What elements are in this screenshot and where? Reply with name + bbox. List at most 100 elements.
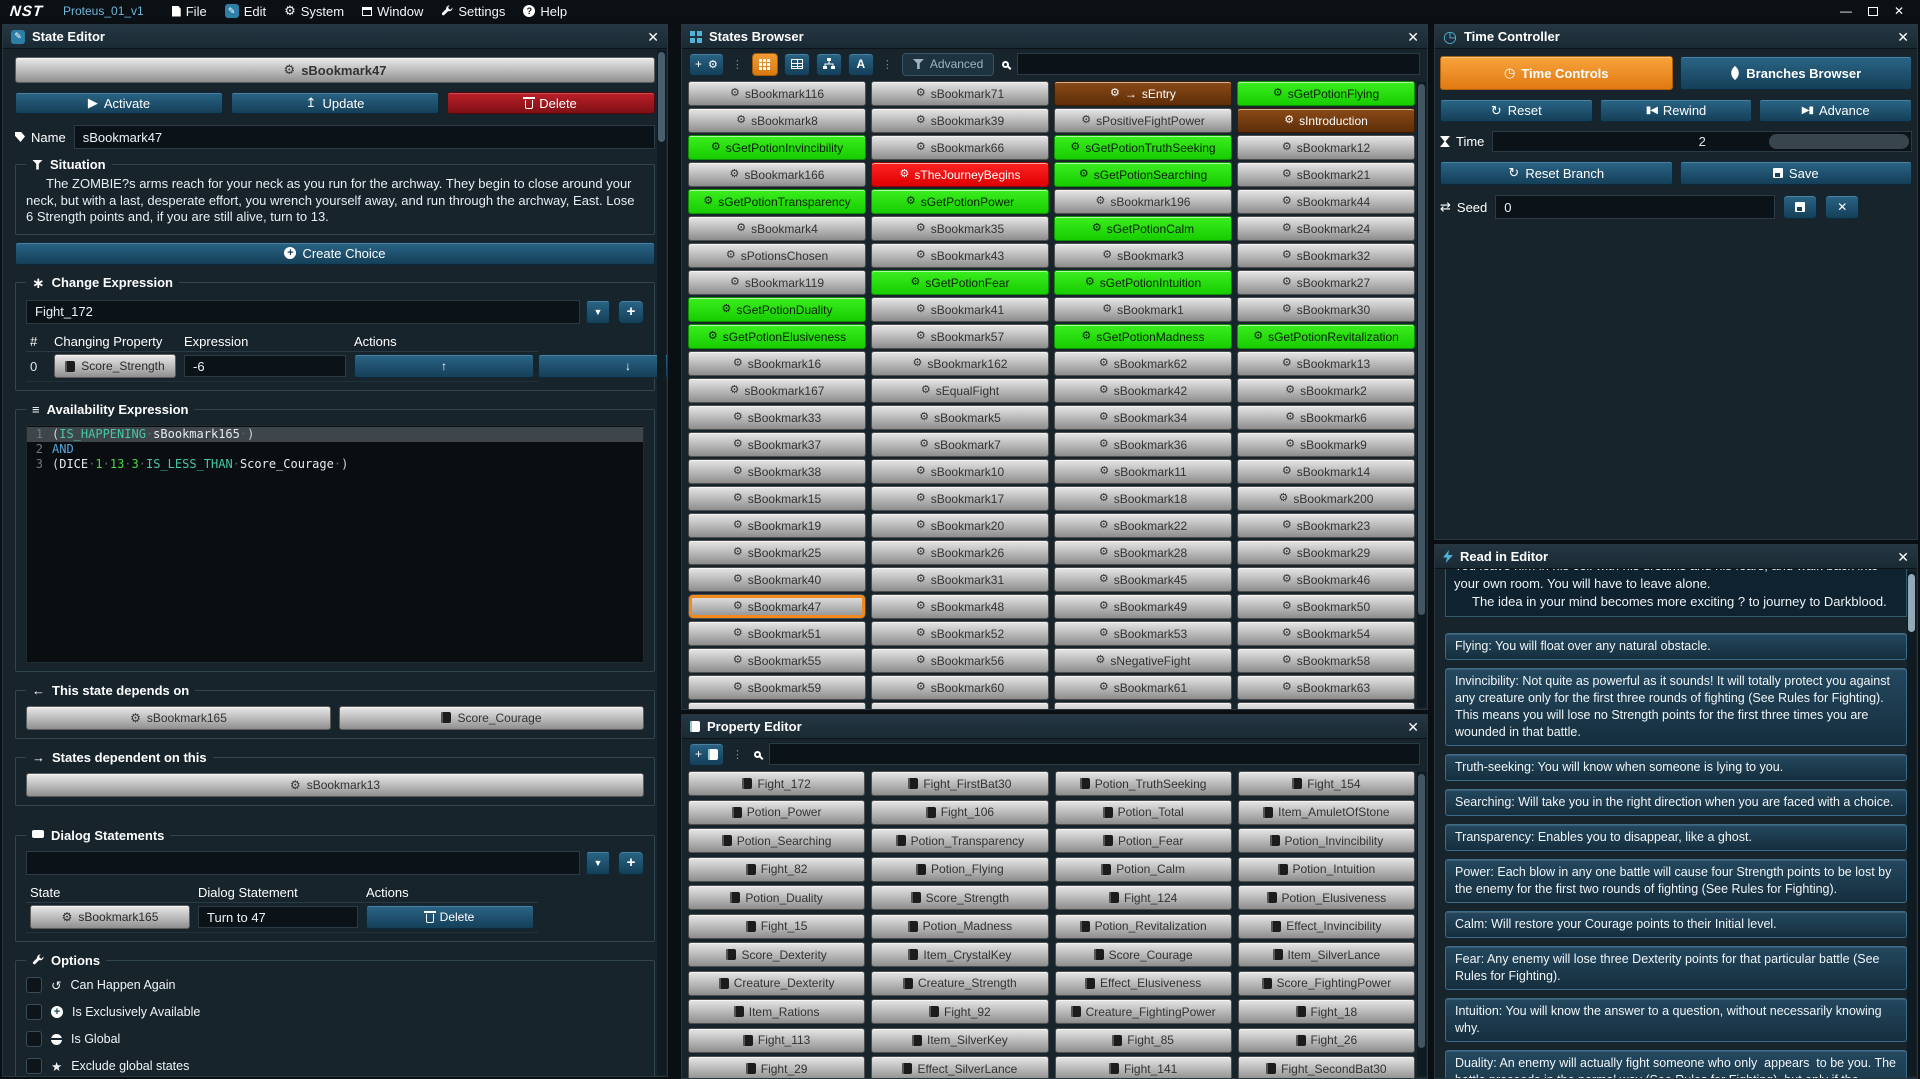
state-button[interactable]: ⚙sBookmark36 bbox=[1054, 432, 1232, 457]
property-button[interactable]: Potion_Elusiveness bbox=[1238, 885, 1415, 910]
state-button[interactable]: ⚙sBookmark41 bbox=[871, 297, 1049, 322]
close-icon[interactable]: ✕ bbox=[647, 30, 659, 44]
situation-text[interactable]: The ZOMBIE?s arms reach for your neck as… bbox=[26, 176, 644, 226]
rewind-button[interactable]: ▮◀ Rewind bbox=[1600, 99, 1753, 122]
properties-search-input[interactable] bbox=[769, 743, 1420, 765]
state-button[interactable]: ⚙sGetPotionTransparency bbox=[688, 189, 866, 214]
property-button[interactable]: Potion_Flying bbox=[871, 857, 1048, 882]
property-button[interactable]: Score_Strength bbox=[871, 885, 1048, 910]
story-text-block[interactable]: You leave him in his cell with his dream… bbox=[1445, 569, 1907, 617]
potion-description[interactable]: Power: Each blow in any one battle will … bbox=[1445, 859, 1907, 903]
state-button[interactable]: ⚙sBookmark13 bbox=[1237, 351, 1415, 376]
state-button[interactable]: ⚙sEqualFight bbox=[871, 378, 1049, 403]
add-dialog-button[interactable]: + bbox=[618, 851, 644, 875]
state-button[interactable]: ⚙sBookmark200 bbox=[1237, 486, 1415, 511]
state-button[interactable]: ⚙sGetPotionCalm bbox=[1054, 216, 1232, 241]
state-button[interactable]: ⚙sBookmark51 bbox=[688, 621, 866, 646]
property-button[interactable]: Fight_124 bbox=[1055, 885, 1232, 910]
state-button[interactable]: ⚙ bbox=[688, 702, 866, 709]
state-button[interactable]: ⚙sGetPotionDuality bbox=[688, 297, 866, 322]
state-button[interactable]: ⚙sBookmark63 bbox=[1237, 675, 1415, 700]
property-button[interactable]: Fight_113 bbox=[688, 1028, 865, 1053]
property-button[interactable]: Fight_172 bbox=[688, 771, 865, 796]
state-button[interactable]: ⚙→sEntry bbox=[1054, 81, 1232, 106]
state-button[interactable]: ⚙sBookmark61 bbox=[1054, 675, 1232, 700]
state-button[interactable]: ⚙sBookmark23 bbox=[1237, 513, 1415, 538]
menu-window[interactable]: Window bbox=[362, 0, 423, 22]
state-button[interactable]: ⚙sBookmark5 bbox=[871, 405, 1049, 430]
state-button[interactable]: ⚙sBookmark21 bbox=[1237, 162, 1415, 187]
state-button[interactable]: ⚙sBookmark38 bbox=[688, 459, 866, 484]
state-button[interactable]: ⚙ bbox=[1237, 702, 1415, 709]
state-button[interactable]: ⚙sGetPotionRevitalization bbox=[1237, 324, 1415, 349]
name-input[interactable] bbox=[74, 125, 655, 149]
state-button[interactable]: ⚙sGetPotionIntuition bbox=[1054, 270, 1232, 295]
property-button[interactable]: Creature_Strength bbox=[871, 971, 1048, 996]
option-checkbox[interactable] bbox=[26, 977, 42, 993]
state-button[interactable]: ⚙sBookmark196 bbox=[1054, 189, 1232, 214]
property-button[interactable]: Effect_Invincibility bbox=[1238, 914, 1415, 939]
property-button[interactable]: Score_FightingPower bbox=[1238, 971, 1415, 996]
state-button[interactable]: ⚙sBookmark116 bbox=[688, 81, 866, 106]
properties-scrollbar[interactable] bbox=[1417, 772, 1426, 1076]
state-button[interactable]: ⚙sBookmark32 bbox=[1237, 243, 1415, 268]
property-button[interactable]: Item_SilverLance bbox=[1238, 942, 1415, 967]
dropdown-arrow-button[interactable]: ▼ bbox=[586, 300, 610, 324]
property-button[interactable]: Potion_Power bbox=[688, 800, 865, 825]
state-button[interactable]: ⚙sBookmark28 bbox=[1054, 540, 1232, 565]
property-button[interactable]: Fight_141 bbox=[1055, 1056, 1232, 1078]
state-button[interactable]: ⚙sGetPotionElusiveness bbox=[688, 324, 866, 349]
property-button[interactable]: Fight_106 bbox=[871, 800, 1048, 825]
state-button[interactable]: ⚙sBookmark3 bbox=[1054, 243, 1232, 268]
activate-button[interactable]: ▶ Activate bbox=[15, 92, 223, 114]
option-checkbox[interactable] bbox=[26, 1058, 42, 1074]
state-button[interactable]: ⚙sBookmark62 bbox=[1054, 351, 1232, 376]
state-button[interactable]: ⚙sBookmark37 bbox=[688, 432, 866, 457]
state-button[interactable]: ⚙sBookmark29 bbox=[1237, 540, 1415, 565]
state-button[interactable]: ⚙sBookmark58 bbox=[1237, 648, 1415, 673]
reset-button[interactable]: ↻ Reset bbox=[1440, 99, 1593, 122]
potion-description[interactable]: Fear: Any enemy will lose three Dexterit… bbox=[1445, 946, 1907, 990]
state-button[interactable]: ⚙sGetPotionFear bbox=[871, 270, 1049, 295]
create-choice-button[interactable]: + Create Choice bbox=[15, 242, 655, 265]
state-button[interactable]: ⚙sBookmark6 bbox=[1237, 405, 1415, 430]
state-button[interactable]: ⚙sNegativeFight bbox=[1054, 648, 1232, 673]
option-checkbox[interactable] bbox=[26, 1031, 42, 1047]
state-button[interactable]: ⚙sBookmark45 bbox=[1054, 567, 1232, 592]
state-button[interactable]: ⚙sGetPotionFlying bbox=[1237, 81, 1415, 106]
state-button[interactable]: ⚙sBookmark20 bbox=[871, 513, 1049, 538]
property-button[interactable]: Creature_Dexterity bbox=[688, 971, 865, 996]
property-button[interactable]: Potion_Duality bbox=[688, 885, 865, 910]
advanced-filter-button[interactable]: Advanced bbox=[902, 53, 994, 76]
property-button[interactable]: Fight_SecondBat30 bbox=[1238, 1056, 1415, 1078]
property-button[interactable]: Item_SilverKey bbox=[871, 1028, 1048, 1053]
state-button[interactable]: ⚙sBookmark17 bbox=[871, 486, 1049, 511]
state-editor-scrollbar[interactable] bbox=[657, 50, 666, 1075]
property-button[interactable]: Potion_Total bbox=[1055, 800, 1232, 825]
code-line[interactable]: 3(DICE·1·13·3·IS_LESS_THAN·Score_Courage… bbox=[27, 457, 643, 472]
state-button[interactable]: ⚙sTheJourneyBegins bbox=[871, 162, 1049, 187]
close-icon[interactable]: ✕ bbox=[1897, 550, 1909, 564]
property-button[interactable]: Score_Courage bbox=[1055, 942, 1232, 967]
menu-help[interactable]: ? Help bbox=[523, 0, 567, 22]
state-button[interactable]: ⚙sBookmark10 bbox=[871, 459, 1049, 484]
potion-description[interactable]: Calm: Will restore your Courage points t… bbox=[1445, 911, 1907, 938]
advance-button[interactable]: ▶▮ Advance bbox=[1759, 99, 1912, 122]
code-line[interactable]: 2AND bbox=[27, 442, 643, 457]
property-button[interactable]: Score_Dexterity bbox=[688, 942, 865, 967]
state-button[interactable]: ⚙sBookmark12 bbox=[1237, 135, 1415, 160]
delete-button[interactable]: Delete bbox=[447, 92, 655, 114]
state-button[interactable]: ⚙sBookmark44 bbox=[1237, 189, 1415, 214]
close-icon[interactable]: ✕ bbox=[1897, 30, 1909, 44]
state-button[interactable]: ⚙sBookmark162 bbox=[871, 351, 1049, 376]
state-button[interactable]: ⚙sBookmark53 bbox=[1054, 621, 1232, 646]
state-button[interactable]: ⚙sBookmark19 bbox=[688, 513, 866, 538]
availability-code-editor[interactable]: 1(IS_HAPPENING·sBookmark165·)2AND3(DICE·… bbox=[26, 425, 644, 663]
state-button[interactable]: ⚙sBookmark16 bbox=[688, 351, 866, 376]
state-button[interactable]: ⚙sBookmark60 bbox=[871, 675, 1049, 700]
property-button[interactable]: Potion_TruthSeeking bbox=[1055, 771, 1232, 796]
state-button[interactable]: ⚙sPositiveFightPower bbox=[1054, 108, 1232, 133]
property-button[interactable]: Potion_Transparency bbox=[871, 828, 1048, 853]
menu-settings[interactable]: Settings bbox=[441, 0, 505, 22]
menu-system[interactable]: ⚙ System bbox=[284, 0, 344, 22]
